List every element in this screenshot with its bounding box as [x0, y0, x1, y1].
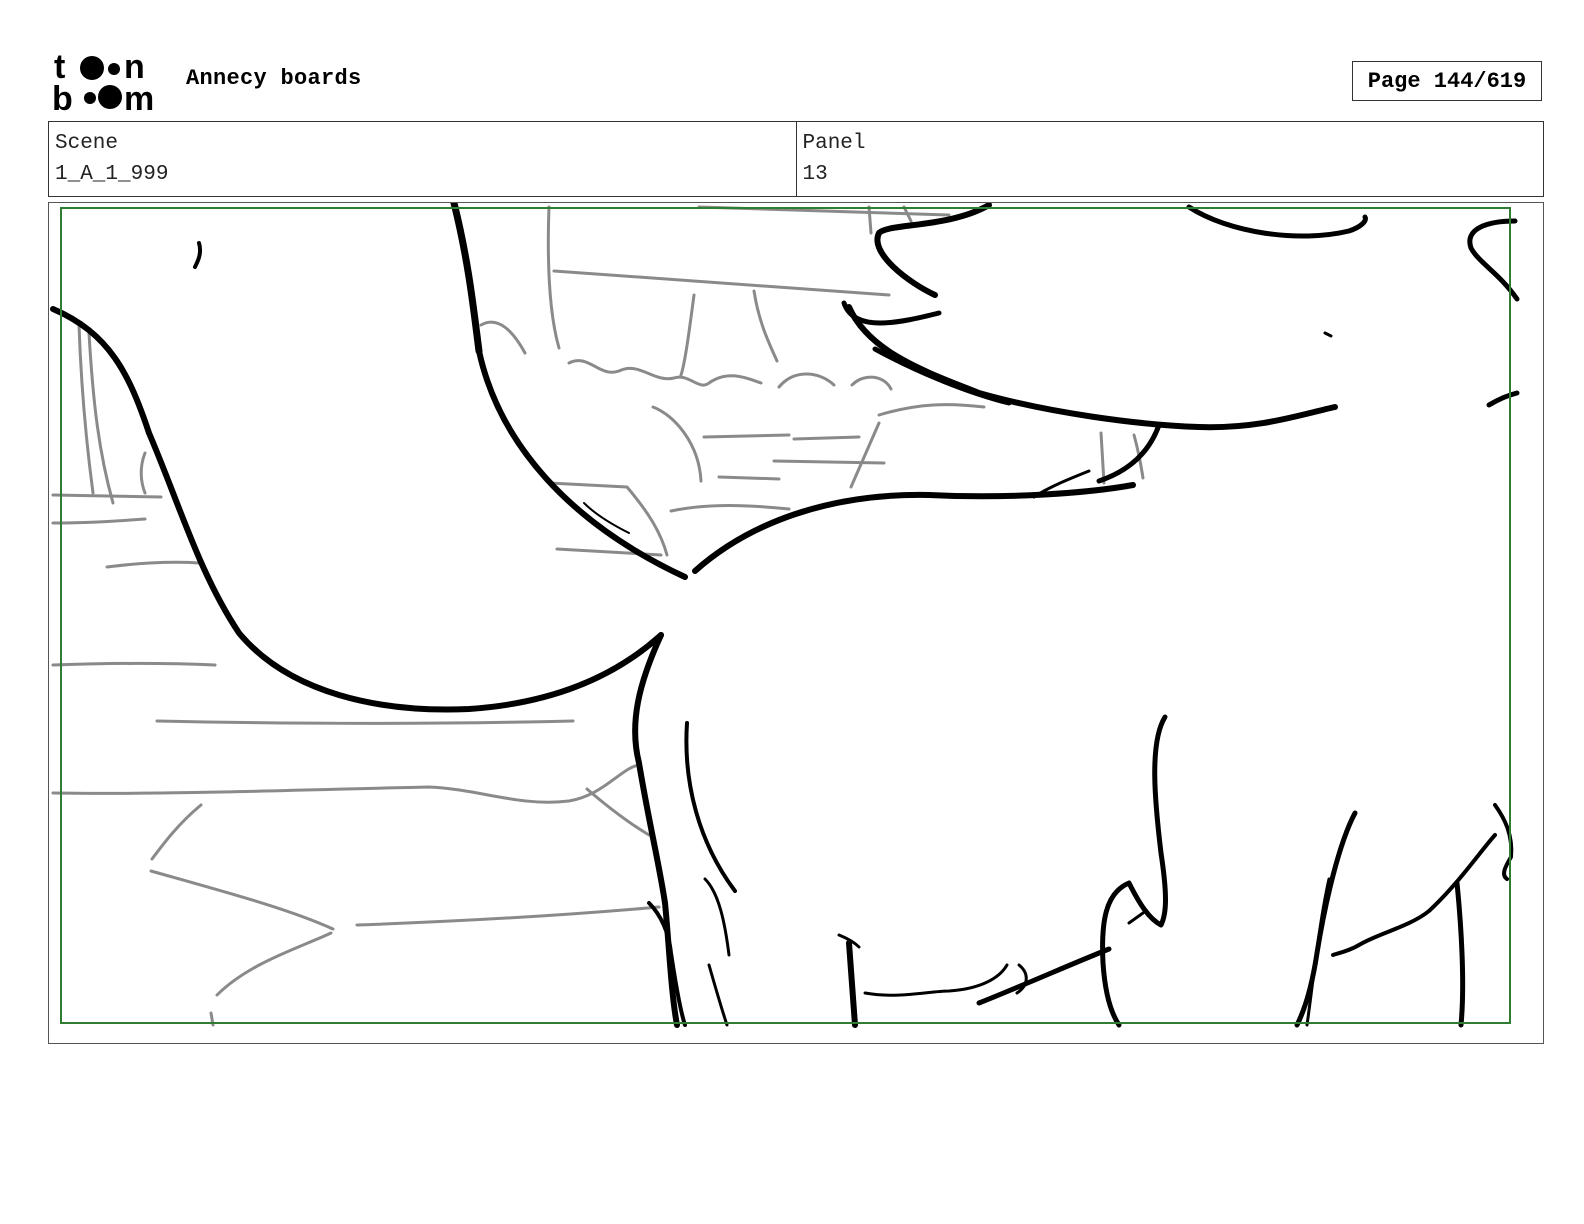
scene-panel-table: Scene 1_A_1_999 Panel 13	[48, 121, 1544, 197]
storyboard-panel-image	[48, 202, 1544, 1044]
panel-label: Panel	[802, 132, 866, 155]
safe-frame-border	[60, 207, 1511, 1024]
panel-value: 13	[802, 163, 828, 186]
scene-value: 1_A_1_999	[55, 163, 169, 186]
board-title: Annecy boards	[186, 66, 362, 91]
scene-cell: Scene 1_A_1_999	[49, 122, 796, 196]
page-indicator: Page 144/619	[1352, 61, 1542, 101]
background-sketch	[51, 205, 1145, 1027]
svg-text:m: m	[124, 80, 154, 112]
toon-boom-logo: t n b m	[52, 50, 164, 112]
scene-label: Scene	[55, 132, 119, 155]
character-sketch	[50, 203, 1520, 1028]
sketch-drawing	[50, 203, 1520, 1028]
panel-cell: Panel 13	[795, 122, 1544, 196]
svg-text:b: b	[52, 80, 73, 112]
